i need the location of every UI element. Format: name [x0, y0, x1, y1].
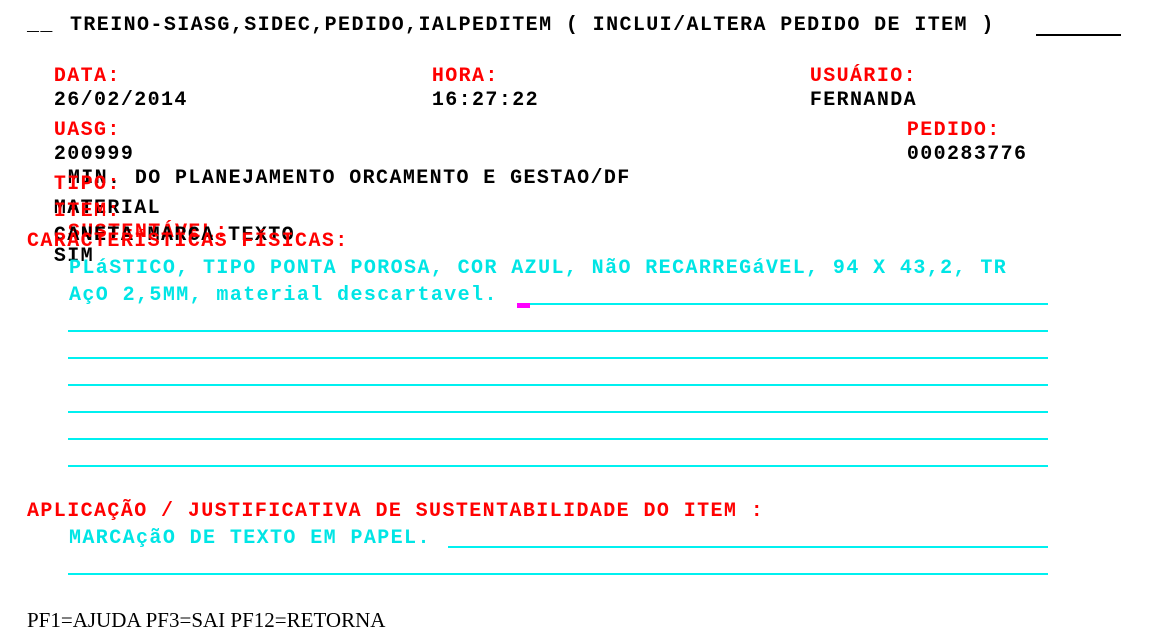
caracteristicas-line-5[interactable] — [68, 384, 1048, 386]
user-label: USUÁRIO: — [809, 65, 918, 88]
caracteristicas-line-2[interactable]: AçO 2,5MM, material descartavel. — [69, 284, 498, 308]
pedido-row: PEDIDO: 000283776 — [880, 95, 1027, 167]
caracteristicas-line-7[interactable] — [68, 438, 1048, 440]
item-label: ITEM: — [53, 200, 121, 223]
aplicacao-line-2[interactable] — [68, 573, 1048, 575]
uasg-label: UASG: — [53, 119, 121, 142]
aplicacao-label: APLICAÇÃO / JUSTIFICATIVA DE SUSTENTABIL… — [27, 500, 765, 523]
title-underline — [1036, 34, 1121, 36]
caracteristicas-line-6[interactable] — [68, 411, 1048, 413]
time-label: HORA: — [431, 65, 499, 88]
date-label: DATA: — [53, 65, 121, 88]
function-keys-help: PF1=AJUDA PF3=SAI PF12=RETORNA — [27, 608, 386, 632]
text-cursor — [517, 303, 530, 308]
pedido-value: 000283776 — [906, 143, 1028, 166]
aplicacao-line-1[interactable]: MARCAçãO DE TEXTO EM PAPEL. — [69, 527, 431, 551]
caracteristicas-line-4[interactable] — [68, 357, 1048, 359]
screen-title: TREINO-SIASG,SIDEC,PEDIDO,IALPEDITEM ( I… — [70, 14, 995, 37]
command-prefix-field[interactable]: __ — [27, 14, 54, 38]
caracteristicas-line-3[interactable] — [68, 330, 1048, 332]
caracteristicas-line-2-fill[interactable] — [530, 303, 1048, 305]
caracteristicas-label: CARACTERÍSTICAS FÍSICAS: — [27, 230, 349, 253]
aplicacao-line-1-fill[interactable] — [448, 546, 1048, 548]
caracteristicas-line-8[interactable] — [68, 465, 1048, 467]
pedido-label: PEDIDO: — [906, 119, 1001, 142]
caracteristicas-line-1[interactable]: PLáSTICO, TIPO PONTA POROSA, COR AZUL, N… — [69, 257, 1007, 281]
